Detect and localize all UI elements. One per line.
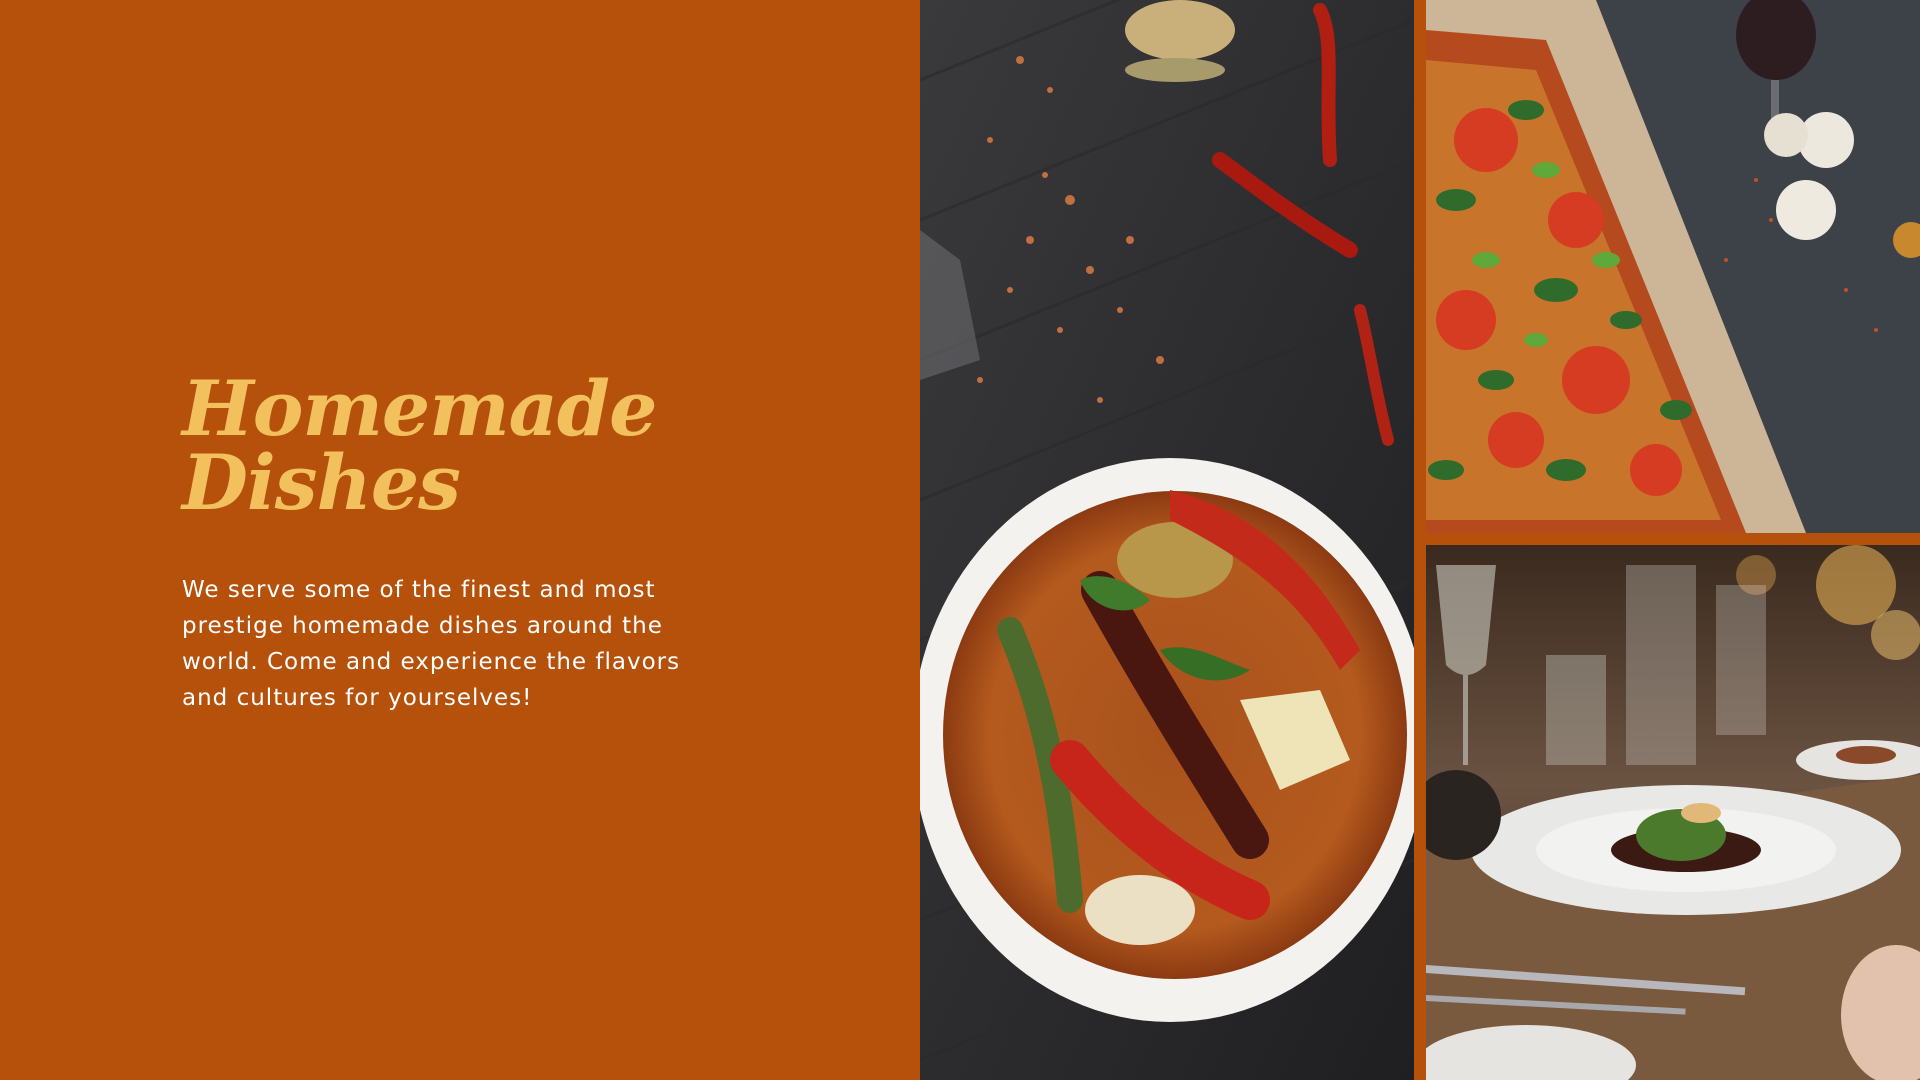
curry-bowl-photo bbox=[920, 0, 1414, 1080]
title-line-1: Homemade bbox=[182, 364, 657, 453]
dinner-table-photo bbox=[1426, 545, 1920, 1080]
pizza-photo bbox=[1426, 0, 1920, 533]
slide-title: Homemade Dishes bbox=[182, 364, 742, 527]
slide-description: We serve some of the finest and most pre… bbox=[182, 577, 681, 711]
title-line-2: Dishes bbox=[182, 438, 461, 527]
text-panel: Homemade Dishes We serve some of the fin… bbox=[0, 0, 920, 1080]
